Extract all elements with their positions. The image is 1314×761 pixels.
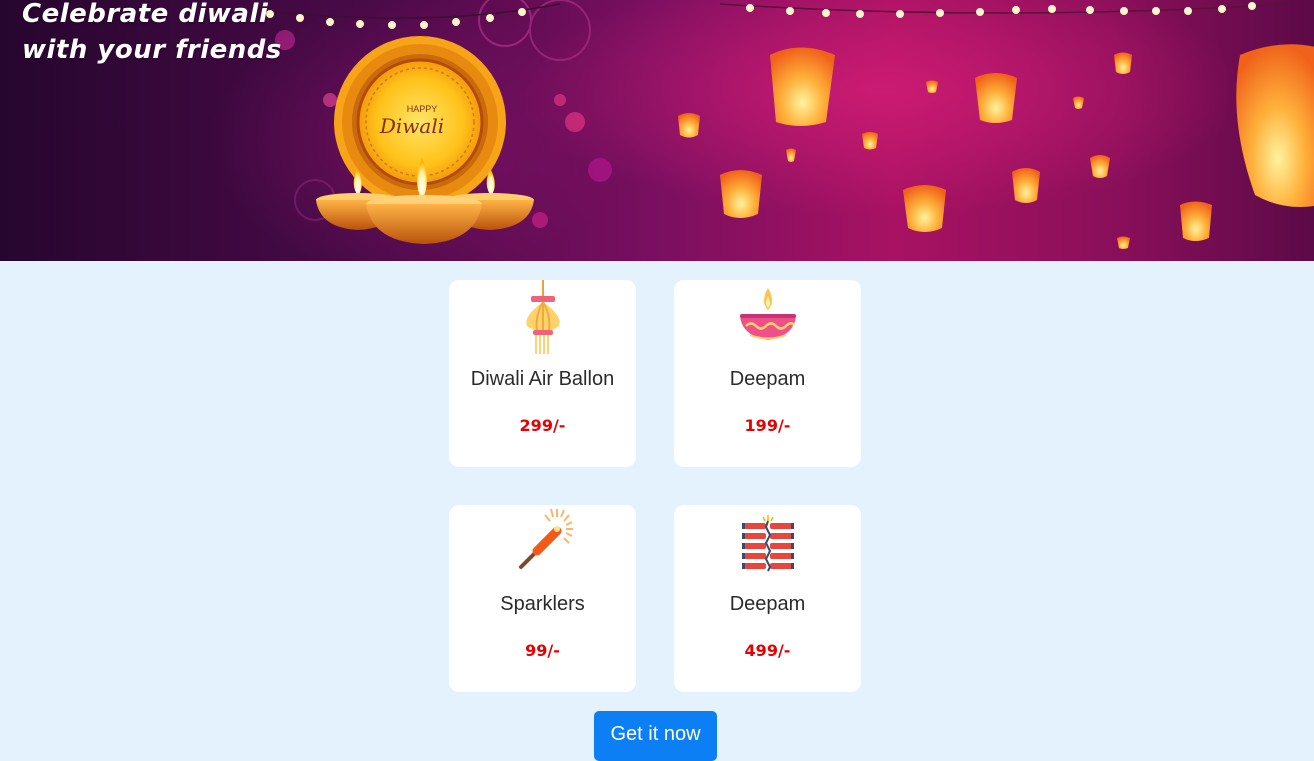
- hero-banner: HAPPY Diwali Celebrate diwali with your …: [0, 0, 1314, 261]
- product-price: 299/-: [519, 416, 566, 435]
- hero-title-line-1: Celebrate diwali: [22, 0, 269, 29]
- hanging-lantern-icon: [525, 280, 560, 354]
- product-price: 499/-: [744, 641, 791, 660]
- product-name: Diwali Air Ballon: [470, 368, 615, 390]
- get-it-now-button[interactable]: Get it now: [594, 711, 717, 761]
- product-card-air-ballon[interactable]: Diwali Air Ballon 299/-: [449, 280, 636, 467]
- product-card-deepam-crackers[interactable]: Deepam 499/-: [674, 505, 861, 692]
- sparkler-icon: [518, 508, 573, 569]
- diya-lamp-icon: [739, 288, 796, 340]
- string-lights: [239, 2, 1291, 29]
- product-price: 199/-: [744, 416, 791, 435]
- product-price: 99/-: [525, 641, 560, 660]
- product-card-sparklers[interactable]: Sparklers 99/-: [449, 505, 636, 692]
- hero-title: Celebrate diwali with your friends: [22, 0, 282, 68]
- product-name: Deepam: [729, 593, 806, 615]
- product-name: Deepam: [729, 368, 806, 390]
- svg-text:Diwali: Diwali: [379, 114, 444, 138]
- diya-lamps: [316, 158, 534, 244]
- hero-title-line-2: with your friends: [22, 35, 282, 65]
- svg-text:HAPPY: HAPPY: [407, 104, 438, 114]
- product-card-deepam[interactable]: Deepam 199/-: [674, 280, 861, 467]
- product-name: Sparklers: [500, 593, 585, 615]
- firecracker-string-icon: [741, 515, 794, 572]
- sky-lanterns: [678, 44, 1314, 249]
